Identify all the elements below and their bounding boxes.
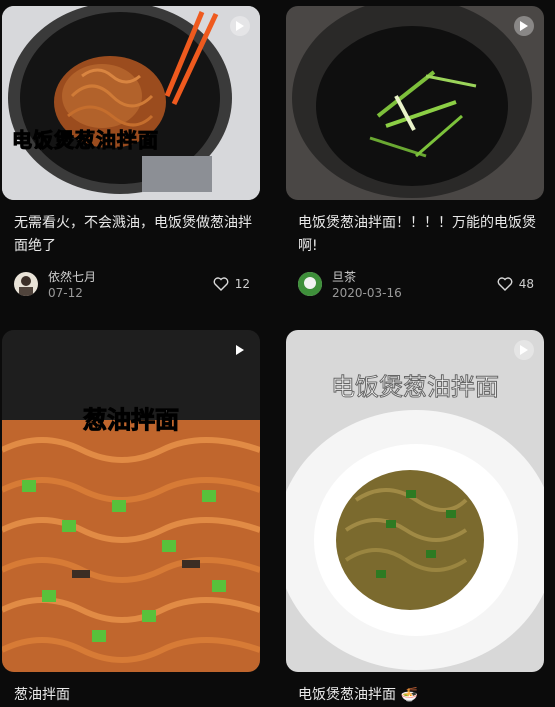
- heart-icon: [213, 277, 229, 291]
- feed-card-4[interactable]: 电饭煲葱油拌面 电饭煲葱油拌面 🍜: [286, 330, 544, 707]
- card-title[interactable]: 电饭煲葱油拌面！！！！万能的电饭煲啊!: [286, 212, 544, 258]
- play-icon[interactable]: [230, 340, 250, 360]
- card-meta: 旦茶 2020-03-16 48: [286, 268, 544, 302]
- thumbnail-caption: 葱油拌面: [83, 406, 180, 435]
- author-name[interactable]: 旦茶: [332, 268, 356, 285]
- card-thumbnail[interactable]: 电饭煲葱油拌面: [2, 6, 260, 200]
- card-thumbnail[interactable]: [286, 6, 544, 200]
- like-button[interactable]: 12: [213, 277, 250, 291]
- thumbnail-caption: 电饭煲葱油拌面: [12, 128, 159, 153]
- card-title[interactable]: 无需看火，不会溅油，电饭煲做葱油拌面绝了: [2, 212, 260, 258]
- card-thumbnail[interactable]: 电饭煲葱油拌面: [286, 330, 544, 672]
- play-icon[interactable]: [514, 16, 534, 36]
- like-count: 12: [234, 277, 250, 291]
- like-button[interactable]: 48: [497, 277, 534, 291]
- play-icon[interactable]: [230, 16, 250, 36]
- feed-card-3[interactable]: 葱油拌面 葱油拌面: [2, 330, 260, 707]
- card-meta: 依然七月 07-12 12: [2, 268, 260, 302]
- author-name[interactable]: 依然七月: [48, 268, 96, 285]
- scallion-oil-noodles-image: [2, 330, 260, 672]
- like-count: 48: [518, 277, 534, 291]
- card-thumbnail[interactable]: 葱油拌面: [2, 330, 260, 672]
- heart-icon: [497, 277, 513, 291]
- rice-cooker-noodles-image: [2, 6, 260, 200]
- avatar[interactable]: [298, 272, 322, 296]
- avatar[interactable]: [14, 272, 38, 296]
- play-icon[interactable]: [514, 340, 534, 360]
- thumbnail-caption: 电饭煲葱油拌面: [331, 373, 500, 402]
- post-date: 07-12: [48, 286, 83, 300]
- feed-card-1[interactable]: 电饭煲葱油拌面 无需看火，不会溅油，电饭煲做葱油拌面绝了 依然七月 07-12 …: [2, 6, 260, 302]
- feed-card-2[interactable]: 电饭煲葱油拌面！！！！万能的电饭煲啊! 旦茶 2020-03-16 48: [286, 6, 544, 302]
- post-date: 2020-03-16: [332, 286, 402, 300]
- rice-cooker-scallion-image: [286, 6, 544, 200]
